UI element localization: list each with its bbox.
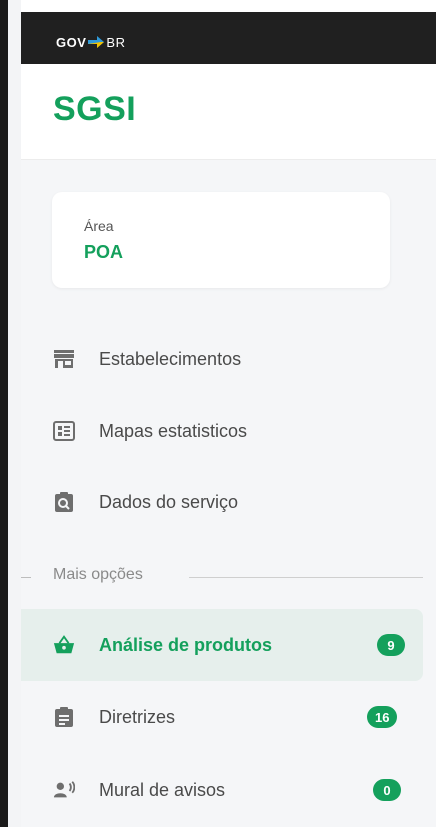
count-badge: 0 — [373, 779, 401, 801]
govbr-logo-br: BR — [106, 34, 126, 50]
sidebar-item-label: Mural de avisos — [99, 779, 226, 800]
clipboard-search-icon — [53, 491, 75, 513]
basket-icon — [53, 634, 75, 656]
sidebar-item-estabelecimentos[interactable]: Estabelecimentos — [21, 328, 421, 390]
area-label: Área — [84, 218, 114, 234]
window-edge-panel — [8, 0, 21, 827]
divider-line — [189, 577, 423, 578]
govbr-logo-gov: GOV — [56, 34, 87, 50]
app-title[interactable]: SGSI — [53, 90, 136, 129]
govbr-logo[interactable]: GOV BR — [56, 32, 125, 52]
storefront-icon — [53, 348, 75, 370]
count-badge: 16 — [367, 706, 398, 728]
area-card[interactable]: Área POA — [52, 192, 390, 288]
sidebar-item-label: Estabelecimentos — [99, 348, 242, 369]
count-badge: 9 — [377, 634, 405, 656]
app-header: SGSI — [21, 64, 436, 160]
sidebar-item-label: Diretrizes — [99, 706, 176, 727]
map-dashboard-icon — [53, 420, 75, 442]
section-title: Mais opções — [53, 566, 143, 583]
announcement-icon — [53, 779, 75, 801]
clipboard-list-icon — [53, 706, 75, 728]
sidebar-item-mapas-estatisticos[interactable]: Mapas estatisticos — [21, 400, 421, 462]
sidebar-item-mural-de-avisos[interactable]: Mural de avisos 0 — [21, 759, 421, 821]
govbr-arrow-icon — [88, 36, 105, 48]
sidebar-item-label: Dados do serviço — [99, 491, 239, 512]
section-divider: Mais opções — [21, 566, 423, 588]
topbar-top-edge — [21, 0, 436, 12]
divider-line — [21, 577, 31, 578]
sidebar-item-analise-de-produtos[interactable]: Análise de produtos 9 — [21, 614, 421, 676]
sidebar-item-diretrizes[interactable]: Diretrizes 16 — [21, 686, 421, 748]
sidebar-item-label: Mapas estatisticos — [99, 420, 248, 441]
sidebar-item-label: Análise de produtos — [99, 634, 273, 655]
sidebar-item-dados-do-servico[interactable]: Dados do serviço — [21, 471, 421, 533]
window-edge — [0, 0, 8, 827]
area-value: POA — [84, 242, 124, 262]
